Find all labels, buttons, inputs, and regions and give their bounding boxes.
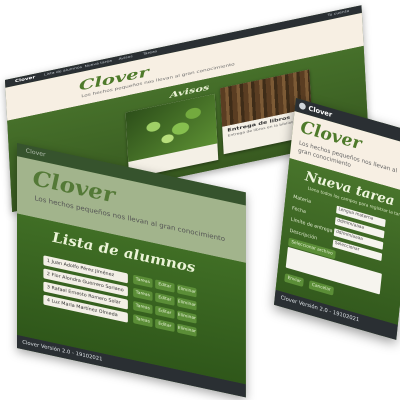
editar-button[interactable]: Editar — [155, 305, 175, 319]
fecha-label: Fecha — [291, 205, 307, 216]
student-list-screen: Clover Clover Los hechos pequeños nos ll… — [17, 143, 246, 398]
aviso-card[interactable] — [125, 93, 219, 179]
eliminar-button[interactable]: Eliminar — [177, 297, 197, 311]
nav-item-avisos[interactable]: Avisos — [118, 55, 132, 61]
tareas-button[interactable]: Tareas — [133, 287, 153, 301]
editar-button[interactable]: Editar — [155, 318, 175, 332]
materia-label: Materia — [292, 194, 312, 205]
submit-button[interactable]: Enviar — [284, 273, 305, 288]
tareas-button[interactable]: Tareas — [133, 274, 153, 288]
tareas-button[interactable]: Tareas — [133, 314, 153, 328]
tareas-button[interactable]: Tareas — [133, 300, 153, 315]
eliminar-button[interactable]: Eliminar — [177, 323, 197, 337]
eliminar-button[interactable]: Eliminar — [177, 284, 197, 298]
eliminar-button[interactable]: Eliminar — [177, 310, 197, 324]
clover-logo-icon — [298, 101, 307, 111]
editar-button[interactable]: Editar — [155, 279, 175, 293]
navbar-brand[interactable]: Clover — [26, 147, 46, 158]
editar-button[interactable]: Editar — [155, 292, 175, 306]
clover-photo — [125, 93, 218, 163]
cancel-button[interactable]: Cancelar — [308, 280, 334, 296]
new-task-screen: Clover ☰ Clover Los hechos pequeños nos … — [274, 98, 400, 340]
